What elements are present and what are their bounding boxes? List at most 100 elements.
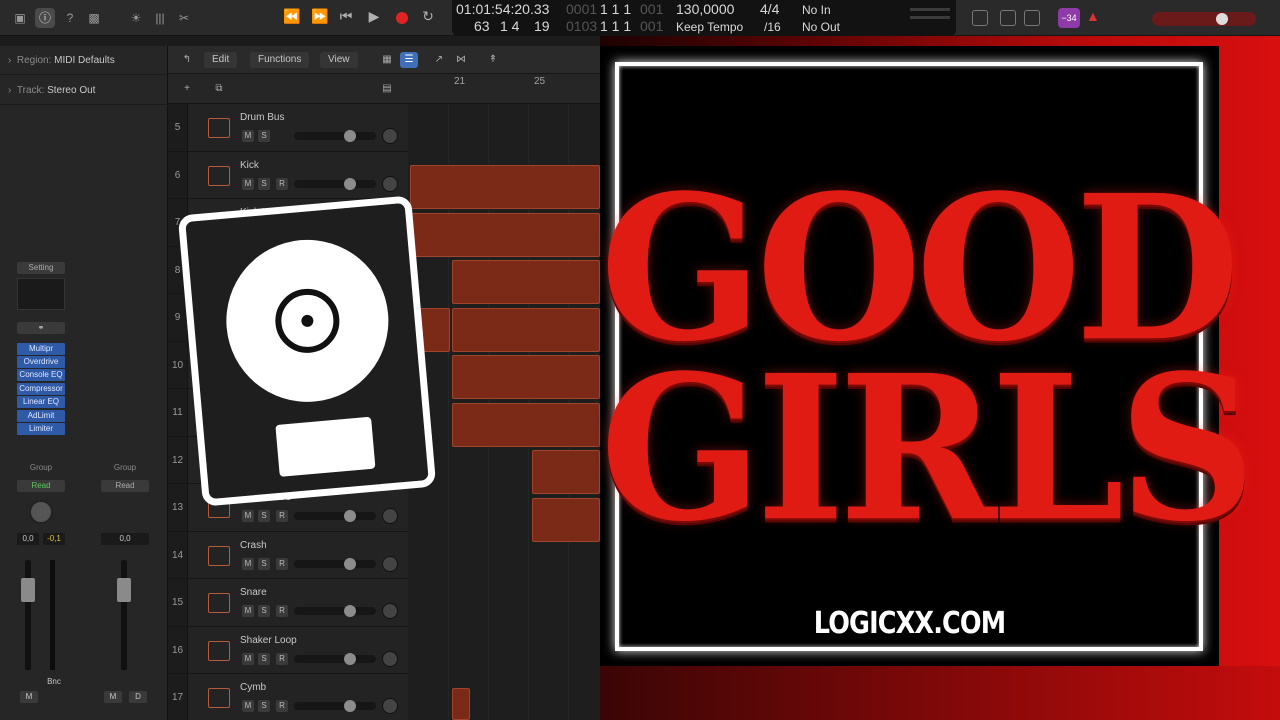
pan-knob[interactable]: [382, 175, 398, 192]
plugin-slot[interactable]: Console EQ: [17, 369, 65, 381]
help-icon[interactable]: ?: [60, 8, 80, 28]
volume-fader[interactable]: [117, 578, 131, 602]
master-volume-knob[interactable]: [1216, 13, 1228, 25]
volume-handle[interactable]: [344, 510, 356, 522]
volume-handle[interactable]: [344, 605, 356, 617]
count-in-badge[interactable]: −34: [1058, 8, 1080, 28]
dim-button[interactable]: D: [129, 691, 147, 703]
group-label[interactable]: Group: [17, 463, 65, 472]
smart-controls-icon[interactable]: ☀: [126, 8, 146, 28]
plugin-slot[interactable]: Compressor: [17, 383, 65, 395]
volume-handle[interactable]: [344, 130, 356, 142]
cpu-meter[interactable]: [882, 2, 952, 32]
shield-icon[interactable]: [972, 10, 988, 26]
metronome-icon[interactable]: ▲: [1086, 8, 1100, 24]
fader-track[interactable]: [25, 560, 31, 670]
pan-knob[interactable]: [382, 698, 398, 714]
volume-slider[interactable]: [294, 510, 376, 522]
mute-button[interactable]: M: [242, 557, 254, 570]
automation-read-button[interactable]: Read: [101, 480, 149, 492]
grid-icon[interactable]: ▦: [378, 52, 396, 68]
volume-slider[interactable]: [294, 700, 376, 712]
track-row[interactable]: › Track: Stereo Out: [8, 85, 95, 96]
go-to-start-icon[interactable]: ⏮: [336, 8, 356, 25]
pan-knob[interactable]: [29, 500, 53, 524]
record-enable-button[interactable]: R: [276, 177, 288, 190]
track-name[interactable]: Cymb: [240, 682, 266, 693]
pan-knob[interactable]: [382, 650, 398, 667]
view-menu[interactable]: View: [320, 52, 358, 68]
midi-region[interactable]: [532, 450, 600, 494]
drum-machine-icon[interactable]: [208, 118, 230, 138]
volume-slider[interactable]: [294, 177, 376, 190]
plugin-slot[interactable]: AdLimit: [17, 410, 65, 422]
track-header[interactable]: 6 Kick M S R: [168, 151, 408, 199]
back-icon[interactable]: ↰: [178, 52, 196, 68]
link-icon[interactable]: ⚭: [17, 322, 65, 334]
solo-button[interactable]: S: [258, 700, 270, 712]
mute-button[interactable]: M: [242, 177, 254, 190]
library-icon[interactable]: ▣: [10, 8, 30, 28]
group-label[interactable]: Group: [101, 463, 149, 472]
mute-button[interactable]: M: [242, 700, 254, 712]
record-enable-button[interactable]: R: [276, 510, 288, 522]
toolbar-icon[interactable]: ▩: [84, 8, 104, 28]
solo-button[interactable]: S: [258, 605, 270, 617]
midi-region[interactable]: [452, 355, 600, 399]
inspector-icon[interactable]: ⓘ: [35, 8, 55, 28]
track-header[interactable]: 14 Crash M S R: [168, 531, 408, 579]
region-row[interactable]: › Region: MIDI Defaults: [8, 55, 115, 66]
midi-region[interactable]: [452, 308, 600, 352]
snap-icon[interactable]: ↟: [484, 52, 502, 68]
track-header[interactable]: 16 Shaker Loop M S R: [168, 626, 408, 674]
volume-handle[interactable]: [344, 177, 356, 190]
editors-icon[interactable]: ✂: [174, 8, 194, 28]
lcd-display[interactable]: 01:01:54:20.33 0001 1 1 1 001 130,0000 4…: [452, 0, 956, 36]
record-button[interactable]: [396, 12, 408, 24]
volume-slider[interactable]: [294, 652, 376, 665]
volume-handle[interactable]: [344, 652, 356, 665]
fader-track[interactable]: [121, 560, 127, 670]
pan-knob[interactable]: [382, 603, 398, 619]
forward-icon[interactable]: ⏩: [310, 8, 330, 25]
drum-machine-icon[interactable]: [208, 165, 230, 186]
duplicate-track-icon[interactable]: ⧉: [210, 81, 228, 97]
master-volume-slider[interactable]: [1152, 12, 1256, 26]
track-header[interactable]: 17 Cymb M S R: [168, 674, 408, 720]
play-icon[interactable]: ▶: [364, 8, 384, 25]
solo-button[interactable]: S: [258, 652, 270, 665]
global-tracks-icon[interactable]: ▤: [378, 81, 396, 97]
record-enable-button[interactable]: R: [276, 557, 288, 570]
volume-handle[interactable]: [344, 557, 356, 570]
setting-button[interactable]: Setting: [17, 262, 65, 274]
mute-button[interactable]: M: [242, 652, 254, 665]
mute-button[interactable]: M: [242, 130, 254, 142]
midi-region[interactable]: [452, 688, 470, 720]
mute-button[interactable]: M: [20, 691, 38, 703]
edit-menu[interactable]: Edit: [204, 52, 238, 68]
midi-region[interactable]: [532, 498, 600, 542]
drum-machine-icon[interactable]: [208, 593, 230, 613]
volume-handle[interactable]: [344, 700, 356, 712]
plugin-slot[interactable]: Multipr: [17, 343, 65, 355]
cycle-icon[interactable]: ↻: [418, 8, 438, 25]
pan-knob[interactable]: [382, 128, 398, 144]
pan-knob[interactable]: [382, 508, 398, 524]
solo-button[interactable]: S: [258, 510, 270, 522]
midi-region[interactable]: [410, 213, 600, 257]
volume-slider[interactable]: [294, 130, 376, 142]
track-name[interactable]: Crash: [240, 540, 267, 551]
volume-fader[interactable]: [21, 578, 35, 602]
solo-button[interactable]: S: [258, 177, 270, 190]
list-editor-icon[interactable]: [1000, 10, 1016, 26]
drum-machine-icon[interactable]: [208, 640, 230, 661]
drum-machine-icon[interactable]: [208, 545, 230, 566]
track-name[interactable]: Shaker Loop: [240, 635, 297, 646]
mute-button[interactable]: M: [242, 510, 254, 522]
midi-region[interactable]: [410, 165, 600, 209]
automation-read-button[interactable]: Read: [17, 480, 65, 492]
drum-machine-icon[interactable]: [208, 688, 230, 708]
record-enable-button[interactable]: R: [276, 700, 288, 712]
arrange-area[interactable]: [408, 104, 600, 720]
bounce-label[interactable]: Bnc: [44, 676, 64, 688]
